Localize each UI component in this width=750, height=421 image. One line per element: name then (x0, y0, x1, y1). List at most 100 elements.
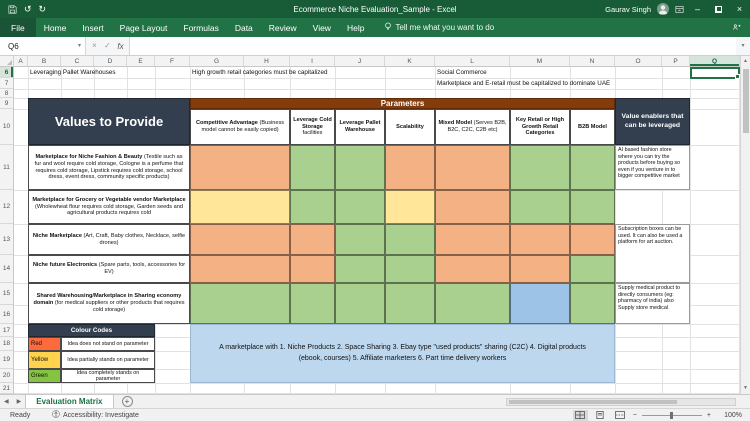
tab-home[interactable]: Home (36, 18, 75, 37)
parameters-header[interactable]: Parameters (190, 98, 615, 109)
enter-icon[interactable]: ✓ (101, 42, 114, 50)
matrix-cell-r13-c1[interactable] (290, 224, 335, 255)
tab-formulas[interactable]: Formulas (175, 18, 226, 37)
enabler-note-niche-marketplace[interactable]: Subscription boxes can be used. It can a… (615, 224, 690, 283)
select-all-corner[interactable] (0, 56, 14, 66)
row-header-16[interactable]: 16 (0, 305, 13, 324)
matrix-cell-r11-c6[interactable] (570, 145, 615, 190)
user-avatar[interactable] (657, 3, 669, 15)
column-header-j[interactable]: J (335, 56, 385, 66)
matrix-cell-r12-c3[interactable] (385, 190, 435, 224)
row-header-18[interactable]: 18 (0, 337, 13, 351)
ribbon-display-options-icon[interactable] (675, 5, 684, 14)
name-box-dropdown-icon[interactable]: ▾ (78, 43, 81, 49)
column-header-p[interactable]: P (662, 56, 690, 66)
tab-help[interactable]: Help (339, 18, 372, 37)
tab-review[interactable]: Review (261, 18, 305, 37)
matrix-cell-r15-c3[interactable] (385, 283, 435, 324)
matrix-cell-r14-c1[interactable] (290, 255, 335, 283)
formula-input[interactable] (130, 37, 736, 55)
matrix-cell-r14-c2[interactable] (335, 255, 385, 283)
row-label-grocery[interactable]: Marketplace for Grocery or Vegetable ven… (28, 190, 190, 224)
param-header-scalability[interactable]: Scalability (385, 109, 435, 145)
matrix-cell-r15-c0[interactable] (190, 283, 290, 324)
matrix-cell-r12-c1[interactable] (290, 190, 335, 224)
row-header-17[interactable]: 17 (0, 324, 13, 337)
tab-view[interactable]: View (305, 18, 339, 37)
column-header-d[interactable]: D (94, 56, 127, 66)
insert-function-icon[interactable]: fx (114, 42, 127, 51)
param-header-key-retail[interactable]: Key Retail or High Growth Retail Categor… (510, 109, 570, 145)
column-header-g[interactable]: G (190, 56, 244, 66)
matrix-cell-r13-c2[interactable] (335, 224, 385, 255)
row-header-19[interactable]: 19 (0, 351, 13, 369)
row-header-11[interactable]: 11 (0, 145, 13, 190)
row-label-fashion-beauty[interactable]: Marketplace for Niche Fashion & Beauty (… (28, 145, 190, 190)
column-header-i[interactable]: I (290, 56, 335, 66)
row-label-electronics[interactable]: Niche future Electronics (Spare parts, t… (28, 255, 190, 283)
value-enablers-header[interactable]: Value enablers that can be leveraged (615, 98, 690, 145)
cancel-icon[interactable]: × (88, 42, 101, 50)
row-header-10[interactable]: 10 (0, 109, 13, 145)
values-to-provide-header[interactable]: Values to Provide (28, 98, 190, 145)
matrix-cell-r14-c5[interactable] (510, 255, 570, 283)
matrix-cell-r13-c5[interactable] (510, 224, 570, 255)
matrix-cell-r13-c0[interactable] (190, 224, 290, 255)
tab-page-layout[interactable]: Page Layout (112, 18, 176, 37)
matrix-cell-r11-c0[interactable] (190, 145, 290, 190)
redo-icon[interactable]: ↻ (39, 4, 47, 14)
matrix-cell-r13-c3[interactable] (385, 224, 435, 255)
matrix-cell-r11-c1[interactable] (290, 145, 335, 190)
matrix-cell-r12-c5[interactable] (510, 190, 570, 224)
param-header-cold-storage[interactable]: Leverage Cold Storage facilities (290, 109, 335, 145)
matrix-cell-r11-c4[interactable] (435, 145, 510, 190)
accessibility-status[interactable]: Accessibility: Investigate (52, 410, 139, 420)
horizontal-scrollbar[interactable] (506, 397, 736, 406)
cell-l7[interactable]: Marketplace and E-retail must be capital… (437, 78, 610, 89)
close-button[interactable]: × (732, 0, 747, 18)
matrix-cell-r11-c2[interactable] (335, 145, 385, 190)
share-icon[interactable] (732, 23, 741, 32)
column-header-f[interactable]: F (155, 56, 190, 66)
matrix-cell-r14-c4[interactable] (435, 255, 510, 283)
matrix-cell-r12-c2[interactable] (335, 190, 385, 224)
save-icon[interactable] (8, 5, 17, 14)
matrix-cell-r13-c6[interactable] (570, 224, 615, 255)
matrix-cell-r14-c3[interactable] (385, 255, 435, 283)
scroll-down-icon[interactable]: ▼ (743, 383, 748, 394)
row-header-6[interactable]: 6 (0, 67, 13, 78)
matrix-cell-r13-c4[interactable] (435, 224, 510, 255)
scroll-up-icon[interactable]: ▲ (743, 56, 748, 67)
zoom-in-button[interactable]: + (707, 412, 711, 419)
summary-note[interactable]: A marketplace with 1. Niche Products 2. … (190, 324, 615, 383)
vertical-scrollbar[interactable]: ▲ ▼ (740, 56, 750, 394)
matrix-cell-r15-c2[interactable] (335, 283, 385, 324)
column-header-o[interactable]: O (615, 56, 662, 66)
row-header-20[interactable]: 20 (0, 369, 13, 383)
matrix-cell-r12-c4[interactable] (435, 190, 510, 224)
enabler-note-fashion[interactable]: AI based fashion store where you can try… (615, 145, 690, 190)
column-header-c[interactable]: C (61, 56, 94, 66)
matrix-cell-r12-c0[interactable] (190, 190, 290, 224)
sheet-grid[interactable]: Leveraging Pallet Warehouses High growth… (14, 67, 740, 394)
column-header-h[interactable]: H (244, 56, 290, 66)
name-box[interactable]: Q6 ▾ (0, 37, 86, 55)
tab-file[interactable]: File (0, 18, 36, 37)
cell-l6[interactable]: Social Commerce (437, 67, 487, 78)
matrix-cell-r11-c3[interactable] (385, 145, 435, 190)
column-header-m[interactable]: M (510, 56, 570, 66)
new-sheet-button[interactable]: + (121, 396, 133, 407)
matrix-cell-r15-c5[interactable] (510, 283, 570, 324)
matrix-cell-r15-c1[interactable] (290, 283, 335, 324)
column-header-a[interactable]: A (14, 56, 28, 66)
param-header-competitive-advantage[interactable]: Competitive Advantage (Business model ca… (190, 109, 290, 145)
column-header-q[interactable]: Q (690, 56, 740, 66)
row-label-niche-marketplace[interactable]: Niche Marketplace (Art, Craft, Baby clot… (28, 224, 190, 255)
cell-b6[interactable]: Leveraging Pallet Warehouses (30, 67, 116, 78)
user-name[interactable]: Gaurav Singh (605, 5, 651, 14)
row-header-15[interactable]: 15 (0, 283, 13, 305)
column-header-b[interactable]: B (28, 56, 61, 66)
enabler-note-shared-warehousing[interactable]: Supply medical product to directly consu… (615, 283, 690, 324)
zoom-level[interactable]: 100% (716, 412, 742, 419)
row-header-21[interactable]: 21 (0, 383, 13, 394)
